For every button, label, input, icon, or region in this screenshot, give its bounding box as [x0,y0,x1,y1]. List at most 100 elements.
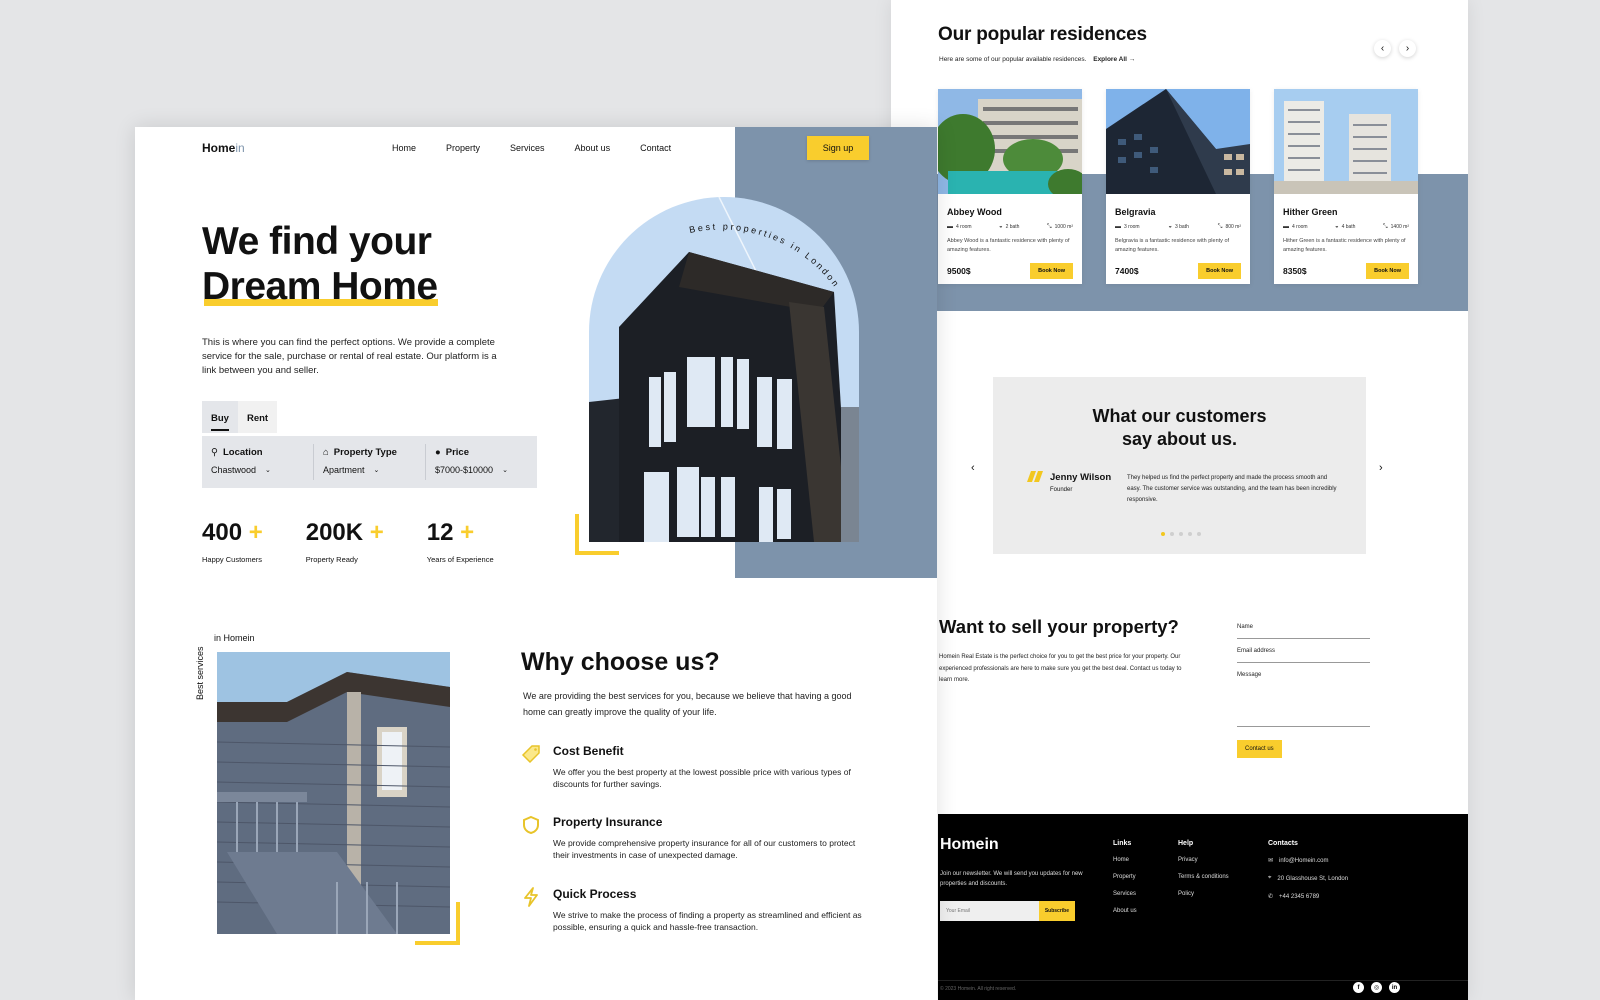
nav-property[interactable]: Property [446,143,480,153]
stat-number: 400 [202,519,243,546]
residence-specs: ▬ 4 room ◒ 2 bath ⤡ 1000 m² [947,224,1073,231]
facebook-icon[interactable]: f [1353,982,1364,993]
property-type-select[interactable]: ⌂ Property Type Apartment ⌄ [314,444,426,480]
shield-icon [523,815,539,835]
residence-card[interactable]: Abbey Wood ▬ 4 room ◒ 2 bath ⤡ 1000 m² Abbe… [931,89,1088,284]
price-value: $7000-$10000 [435,465,494,475]
decorative-corner [575,514,619,555]
tab-buy[interactable]: Buy [202,401,238,433]
carousel-dot[interactable] [1197,532,1201,536]
stat-label: Years of Experience [426,555,494,564]
home-icon: ⌂ [323,447,329,458]
bed-icon: ▬ [1283,224,1289,230]
feature-title: Cost Benefit [553,744,624,758]
rooms-spec: ▬ 4 room [947,224,972,231]
contact-address-text: 20 Glasshouse St, London [1277,875,1349,882]
instagram-icon[interactable]: ◎ [1371,982,1382,993]
footer-link-policy[interactable]: Policy [1178,891,1229,897]
location-value: Chastwood [211,465,257,475]
sell-title: Want to sell your property? [939,616,1179,637]
footer-link-privacy[interactable]: Privacy [1178,857,1229,863]
footer-link-home[interactable]: Home [1113,857,1137,863]
property-type-label: Property Type [333,447,397,458]
feature-title: Property Insurance [553,815,663,829]
contact-email[interactable]: ✉ info@Homein.com [1268,857,1348,865]
residence-name: Abbey Wood [947,207,1002,217]
nav-services[interactable]: Services [510,143,545,153]
contact-phone[interactable]: ✆ +44 2345 6789 [1268,893,1348,901]
newsletter-text: Join our newsletter. We will send you up… [940,871,1083,887]
testimonial-title-line1: What our customers [1092,406,1267,426]
testimonial-text: They helped us find the perfect property… [1127,475,1337,503]
sign-up-button[interactable]: Sign up [807,136,869,160]
testimonial-next-arrow[interactable]: › [1379,462,1383,474]
area-value: 1400 m² [1390,224,1409,230]
testimonial-role: Founder [1050,487,1073,493]
bed-icon: ▬ [947,224,953,230]
testimonial-section: What our customers say about us. Jenny W… [993,377,1366,554]
testimonial-title: What our customers say about us. [993,405,1366,451]
copyright: © 2023 Homein. All right reserved. [940,986,1017,992]
email-field[interactable]: Email address [1237,648,1370,663]
location-select[interactable]: ⚲ Location Chastwood ⌄ [202,444,314,480]
area-icon: ⤡ [1382,224,1388,230]
carousel-dot[interactable] [1161,532,1165,536]
nav-contact[interactable]: Contact [640,143,671,153]
hero-title-line2: Dream Home [202,265,438,308]
nav-about[interactable]: About us [575,143,611,153]
residence-cards: Abbey Wood ▬ 4 room ◒ 2 bath ⤡ 1000 m² Abbe… [931,89,1418,284]
message-field[interactable]: Message [1237,672,1370,727]
price-tag-icon [521,745,540,764]
contact-us-button[interactable]: Contact us [1237,740,1282,758]
residence-card[interactable]: Hither Green ▬ 4 room ◒ 4 bath ⤡ 1400 m² Hi… [1274,89,1418,284]
plus-icon: + [369,519,384,546]
phone-icon: ✆ [1268,894,1274,900]
footer-link-services[interactable]: Services [1113,891,1137,897]
stats: 400 + Happy Customers 200K + Property Re… [202,519,537,564]
stat-item: 12 + Years of Experience [427,519,494,564]
logo[interactable]: Homein [202,141,245,155]
footer-link-terms[interactable]: Terms & conditions [1178,874,1229,880]
price-select[interactable]: ● Price $7000-$10000 ⌄ [426,444,537,480]
footer-link-property[interactable]: Property [1113,874,1137,880]
residence-description: Hither Green is a fantastic residence wi… [1283,238,1406,253]
nav-home[interactable]: Home [392,143,416,153]
residence-card[interactable]: Belgravia ▬ 3 room ◒ 3 bath ⤡ 800 m² Belgra… [1106,89,1250,284]
name-field[interactable]: Name [1237,624,1370,639]
search-tabs: Buy Rent [202,401,278,433]
baths-value: 2 bath [1005,224,1020,230]
newsletter-email-input[interactable]: Your Email [940,901,1039,921]
chevron-down-icon: ⌄ [373,467,380,474]
in-homein-label: in Homein [214,633,255,643]
footer-links-heading: Links [1113,840,1132,847]
book-now-button[interactable]: Book Now [1198,263,1241,279]
subscribe-button[interactable]: Subscribe [1038,901,1075,921]
bath-icon: ◒ [1168,224,1172,230]
property-type-value: Apartment [323,465,365,475]
feature-title: Quick Process [553,887,637,901]
carousel-dot[interactable] [1179,532,1183,536]
baths-value: 4 bath [1341,224,1356,230]
carousel-dot[interactable] [1188,532,1192,536]
carousel-dot[interactable] [1170,532,1174,536]
stat-number: 200K [305,519,364,546]
rooms-spec: ▬ 3 room [1115,224,1140,231]
book-now-button[interactable]: Book Now [1030,263,1073,279]
area-icon: ⤡ [1217,224,1223,230]
prev-arrow-button[interactable]: ‹ [1374,40,1391,57]
feature-text: We offer you the best property at the lo… [553,767,851,789]
bath-icon: ◒ [1334,224,1339,230]
logo-main: Home [202,141,236,155]
residence-price: 8350$ [1283,266,1307,276]
tab-rent[interactable]: Rent [238,401,277,433]
linkedin-icon[interactable]: in [1389,982,1400,993]
book-now-button[interactable]: Book Now [1366,263,1409,279]
footer-contacts-column: Contacts ✉ info@Homein.com ⌖ 20 Glasshouse… [1268,840,1348,911]
footer-link-about[interactable]: About us [1113,908,1137,914]
explore-all-link[interactable]: Explore All → [1093,56,1135,63]
dollar-icon: ● [435,447,441,458]
testimonial-prev-arrow[interactable]: ‹ [971,462,975,474]
contact-phone-text: +44 2345 6789 [1279,893,1320,900]
hero-text: This is where you can find the perfect o… [202,337,497,376]
next-arrow-button[interactable]: › [1399,40,1416,57]
